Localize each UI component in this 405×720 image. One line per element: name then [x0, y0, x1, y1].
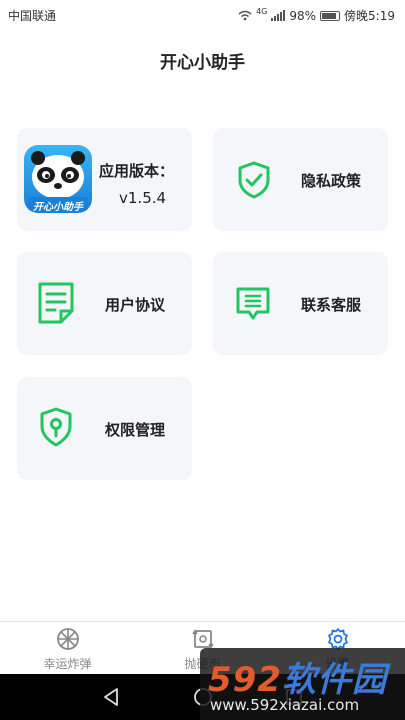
user-agreement-card[interactable]: 用户协议	[17, 252, 192, 355]
logo-text: 开心小助手	[33, 202, 83, 213]
customer-service-label: 联系客服	[301, 296, 362, 314]
back-icon[interactable]	[102, 687, 120, 707]
watermark: 592软件园 www.592xiazai.com	[200, 648, 405, 720]
message-icon	[236, 287, 270, 320]
watermark-brand: 592软件园	[208, 652, 387, 701]
carrier-name: 中国联通	[8, 9, 57, 23]
user-agreement-label: 用户协议	[105, 296, 166, 314]
watermark-number: 592	[208, 660, 282, 700]
nav-label-lucky-bomb: 幸运炸弹	[43, 657, 92, 671]
wheel-icon	[57, 628, 79, 650]
app-logo: 开心小助手	[24, 145, 92, 213]
privacy-policy-card[interactable]: 隐私政策	[213, 128, 388, 231]
watermark-text: 软件园	[281, 660, 387, 700]
signal-icon	[271, 10, 286, 21]
status-right: 4G 98% 傍晚5:19	[238, 7, 395, 24]
nav-item-lucky-bomb[interactable]: 幸运炸弹	[0, 622, 135, 675]
customer-service-card[interactable]: 联系客服	[213, 252, 388, 355]
battery-icon	[320, 10, 341, 21]
version-value: v1.5.4	[119, 189, 167, 207]
permission-management-label: 权限管理	[105, 421, 166, 439]
document-icon	[38, 282, 74, 324]
watermark-url: www.592xiazai.com	[210, 696, 360, 714]
shield-key-icon	[40, 407, 72, 447]
clock: 傍晚5:19	[344, 9, 395, 23]
page-title: 开心小助手	[160, 53, 245, 73]
shield-check-icon	[238, 161, 270, 199]
permission-management-card[interactable]: 权限管理	[17, 377, 192, 480]
app-version-card: 开心小助手 应用版本： v1.5.4	[17, 128, 192, 231]
battery-percent: 98%	[289, 8, 317, 23]
status-bar: 中国联通 4G 98% 傍晚5:19	[0, 0, 405, 30]
privacy-policy-label: 隐私政策	[301, 172, 362, 190]
network-type: 4G	[256, 7, 268, 16]
version-label: 应用版本：	[99, 162, 175, 180]
wifi-icon	[238, 10, 252, 21]
